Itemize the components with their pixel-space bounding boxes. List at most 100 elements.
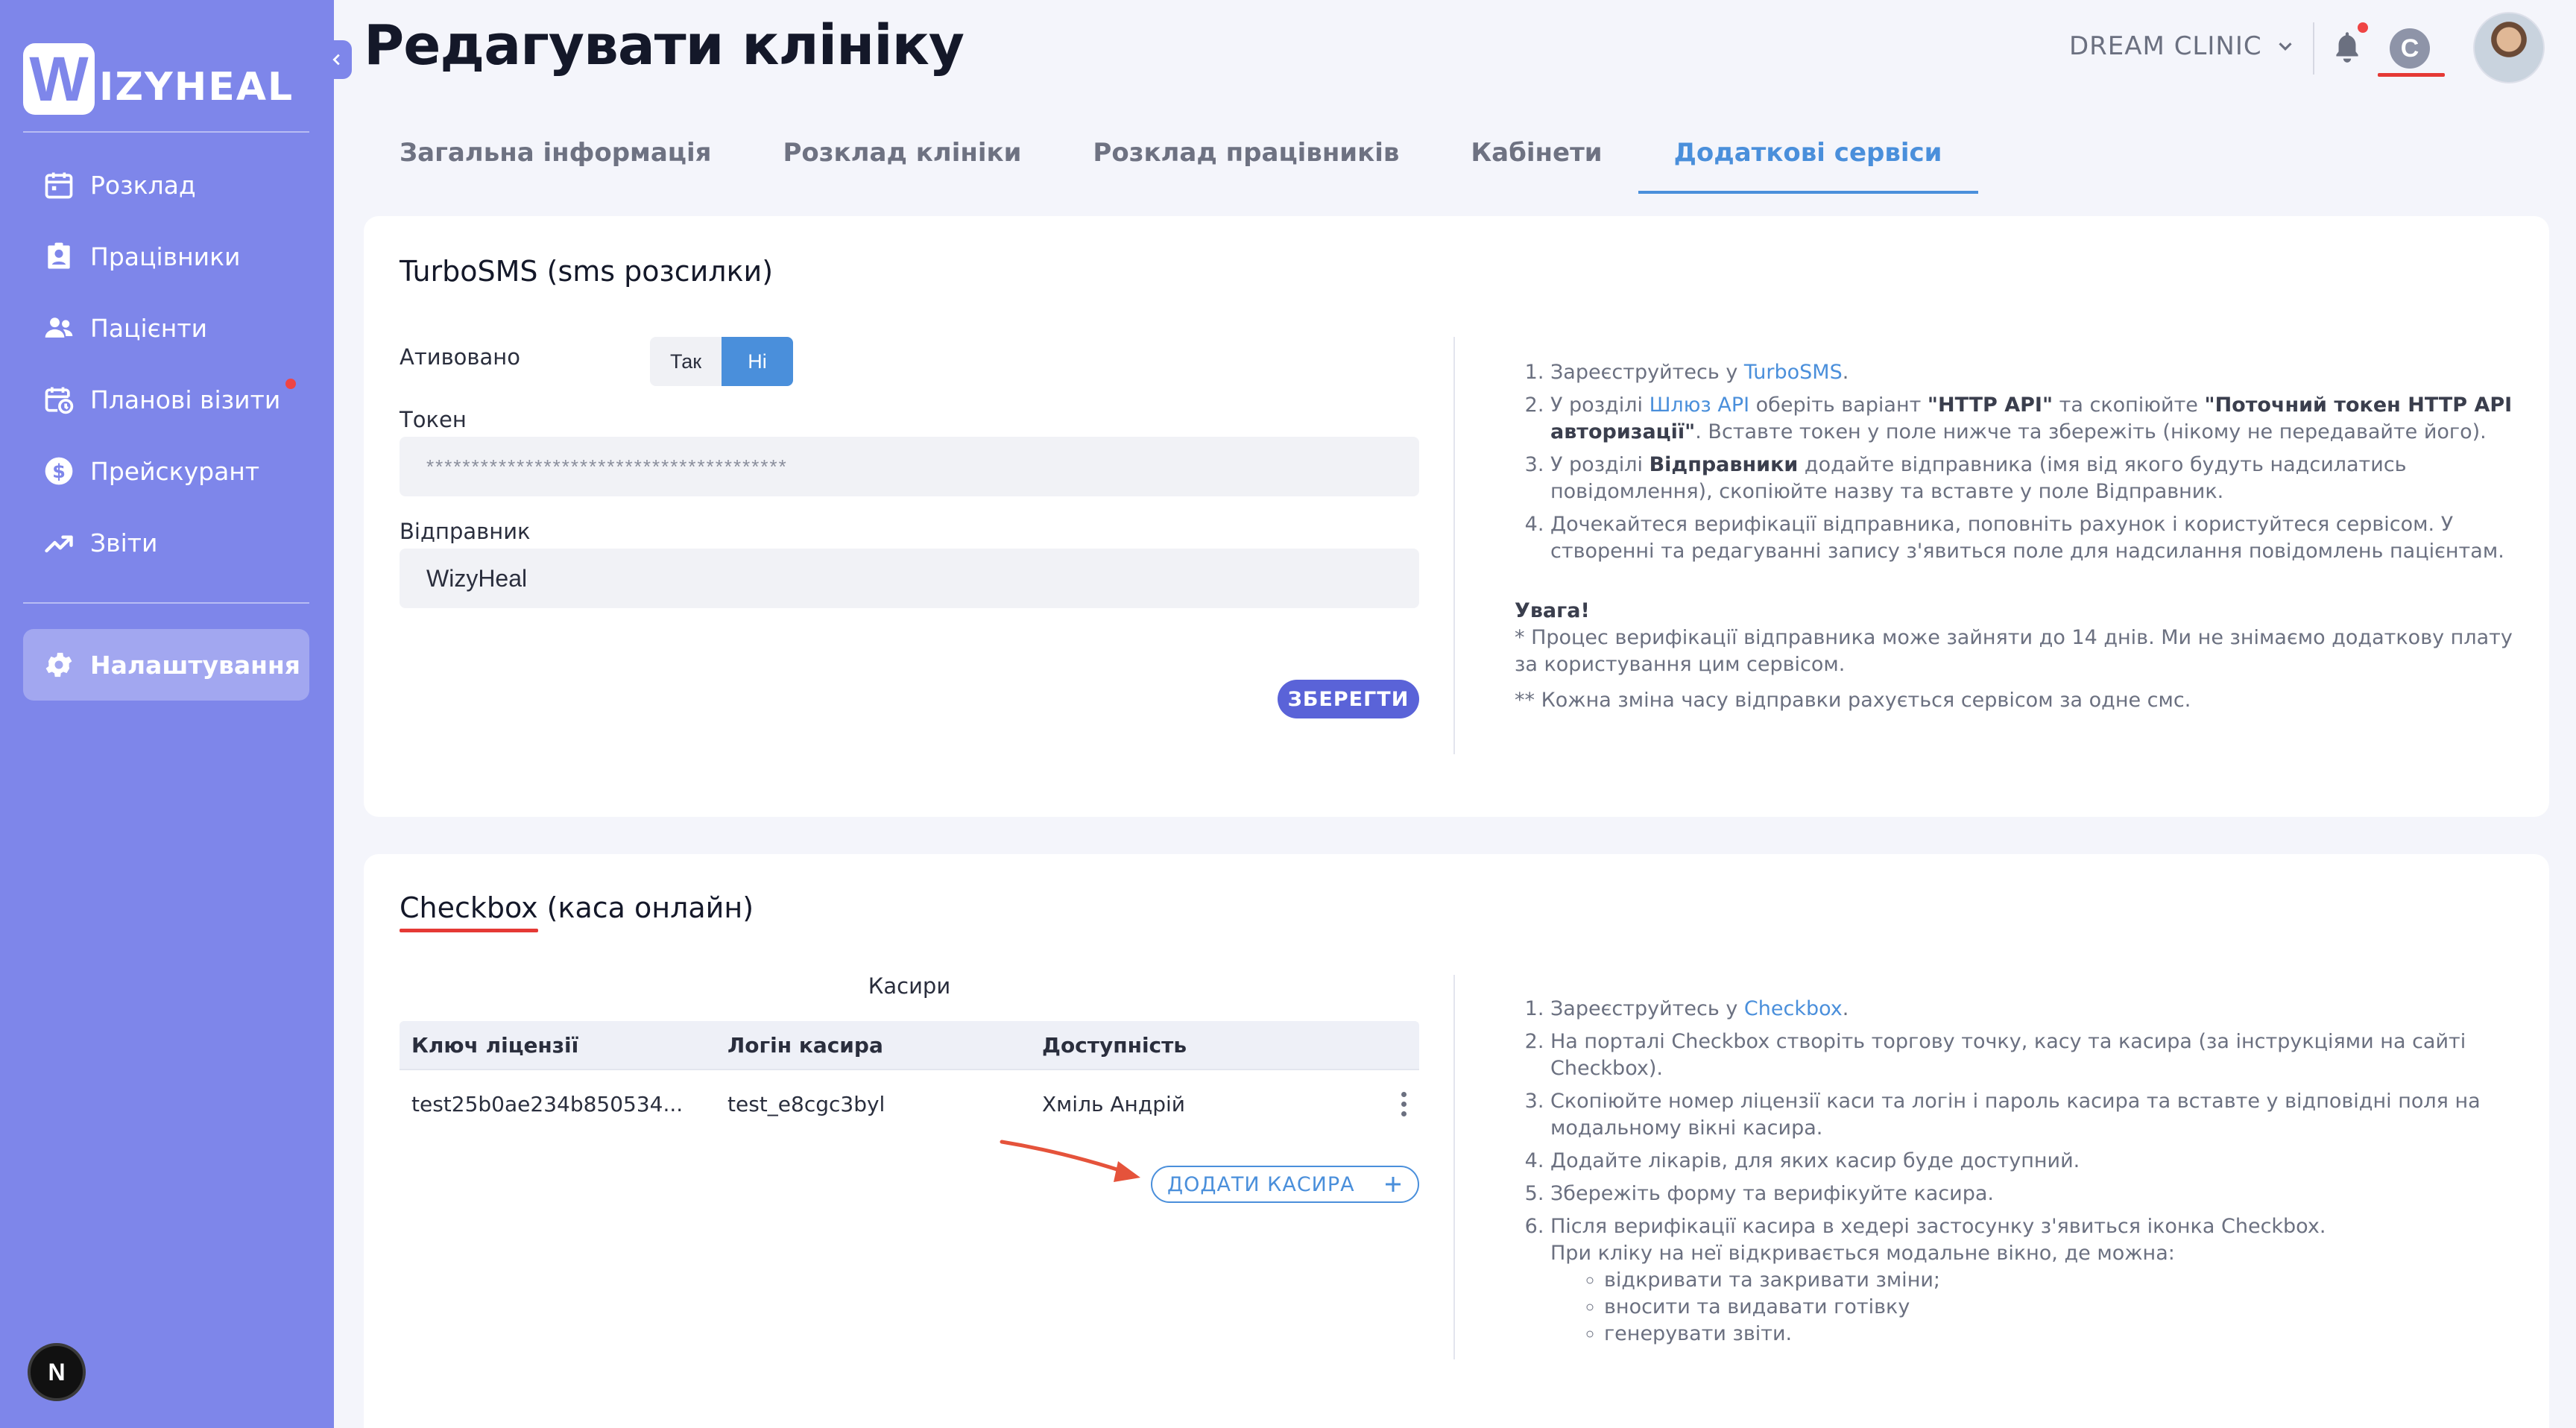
column-divider xyxy=(1453,975,1455,1359)
gear-icon xyxy=(45,652,72,677)
sidebar-divider xyxy=(23,602,309,604)
instruction-step: Зареєструйтесь у TurboSMS. xyxy=(1550,359,2513,386)
warning-title: Увага! xyxy=(1515,599,1590,622)
instruction-step: Додайте лікарів, для яких касир буде дос… xyxy=(1550,1148,2513,1175)
sidebar: W IZYHEAL Розклад Працівники Пацієнти Пл… xyxy=(0,0,334,1428)
checkbox-title: Checkbox (каса онлайн) xyxy=(400,891,754,924)
warning-note: ** Кожна зміна часу відправки рахується … xyxy=(1515,689,2191,712)
sidebar-item-label: Налаштування xyxy=(90,650,300,680)
people-icon xyxy=(45,317,73,338)
tab-staff-schedule[interactable]: Розклад працівників xyxy=(1057,112,1435,194)
list-item: генерувати звіти. xyxy=(1604,1321,2513,1348)
instruction-list: Зареєструйтесь у Checkbox. На порталі Ch… xyxy=(1515,996,2513,1348)
sidebar-item-label: Прейскурант xyxy=(90,456,260,486)
emphasis-text: "HTTP API" xyxy=(1927,394,2053,417)
toggle-yes[interactable]: Так xyxy=(650,337,722,386)
sidebar-divider xyxy=(23,131,309,133)
token-field[interactable]: **************************************** xyxy=(400,437,1419,496)
instruction-step: На порталі Checkbox створіть торгову точ… xyxy=(1550,1029,2513,1082)
column-header[interactable]: Ключ ліцензії xyxy=(400,1033,716,1058)
column-header[interactable]: Логін касира xyxy=(716,1033,1030,1058)
instruction-step: Скопіюйте номер ліцензії каси та логін і… xyxy=(1550,1088,2513,1142)
api-gateway-link[interactable]: Шлюз API xyxy=(1650,394,1750,417)
table-header: Ключ ліцензії Логін касира Доступність xyxy=(400,1021,1419,1069)
page-title: Редагувати клініку xyxy=(364,13,965,78)
turbosms-title: TurboSMS (sms розсилки) xyxy=(400,255,774,288)
license-key-cell: test25b0ae234b850534... xyxy=(411,1091,684,1116)
collapse-sidebar-button[interactable] xyxy=(322,40,352,79)
sidebar-item-employees[interactable]: Працівники xyxy=(23,221,309,292)
chevron-down-icon xyxy=(2279,42,2292,51)
highlight-underline xyxy=(400,929,538,932)
toggle-no[interactable]: Ні xyxy=(722,337,793,386)
sidebar-item-price-list[interactable]: $ Прейскурант xyxy=(23,435,309,507)
sidebar-item-label: Пацієнти xyxy=(90,313,208,343)
trend-icon xyxy=(45,535,73,553)
calendar-icon xyxy=(45,172,73,199)
sender-field[interactable]: WizyHeal xyxy=(400,549,1419,608)
table-caption: Касири xyxy=(868,973,951,999)
sidebar-item-label: Звіти xyxy=(90,528,158,557)
activation-toggle: Так Ні xyxy=(650,337,793,386)
tab-cabinets[interactable]: Кабінети xyxy=(1435,112,1638,194)
notification-dot xyxy=(285,379,296,389)
highlight-underline xyxy=(2378,73,2445,77)
annotation-arrow xyxy=(1000,1140,1140,1182)
availability-cell: Хміль Андрій xyxy=(1042,1091,1185,1116)
instruction-step: Дочекайтеся верифікації відправника, поп… xyxy=(1550,511,2513,565)
column-divider xyxy=(1453,337,1455,754)
notification-dot xyxy=(2358,22,2368,33)
sidebar-item-settings[interactable]: Налаштування xyxy=(23,629,309,701)
user-badge[interactable]: N xyxy=(28,1343,86,1401)
tab-bar: Загальна інформація Розклад клініки Розк… xyxy=(364,112,1978,194)
bell-icon[interactable] xyxy=(2329,28,2366,66)
save-button[interactable]: ЗБЕРЕГТИ xyxy=(1278,680,1419,718)
badge-icon xyxy=(48,242,70,269)
sidebar-item-schedule[interactable]: Розклад xyxy=(23,149,309,221)
instruction-step: Збережіть форму та верифікуйте касира. xyxy=(1550,1181,2513,1207)
clinic-selector[interactable]: DREAM CLINIC xyxy=(2069,31,2296,61)
modal-feature-list: відкривати та закривати зміни; вносити т… xyxy=(1550,1267,2513,1348)
table-row[interactable]: test25b0ae234b850534... test_e8cgc3byl Х… xyxy=(400,1069,1419,1137)
list-item: відкривати та закривати зміни; xyxy=(1604,1267,2513,1294)
chevron-left-icon xyxy=(332,54,340,66)
sidebar-item-patients[interactable]: Пацієнти xyxy=(23,292,309,364)
more-options-icon[interactable] xyxy=(1388,1091,1419,1116)
avatar[interactable] xyxy=(2473,12,2545,83)
logo[interactable]: W IZYHEAL xyxy=(23,43,294,115)
header-divider xyxy=(2313,22,2314,75)
column-header[interactable]: Доступність xyxy=(1030,1033,1388,1058)
plus-icon xyxy=(1386,1177,1401,1192)
sidebar-item-label: Розклад xyxy=(90,170,196,200)
emphasis-text: Відправники xyxy=(1649,453,1799,476)
warning-note: * Процес верифікації відправника може за… xyxy=(1515,626,2513,676)
instruction-list: Зареєструйтесь у TurboSMS. У розділі Шлю… xyxy=(1515,359,2513,565)
clinic-name: DREAM CLINIC xyxy=(2069,31,2262,61)
dollar-icon: $ xyxy=(45,457,73,485)
checkbox-link[interactable]: Checkbox xyxy=(1744,997,1843,1020)
logo-text: IZYHEAL xyxy=(99,65,294,110)
turbosms-link[interactable]: TurboSMS xyxy=(1744,361,1843,384)
sidebar-item-planned-visits[interactable]: Планові візити xyxy=(23,364,309,435)
svg-text:$: $ xyxy=(52,461,66,483)
add-cashier-label: ДОДАТИ КАСИРА xyxy=(1167,1172,1355,1196)
token-label: Токен xyxy=(400,407,467,432)
sidebar-item-label: Планові візити xyxy=(90,385,281,414)
checkbox-card: Checkbox (каса онлайн) Касири Ключ ліцен… xyxy=(364,854,2549,1428)
sidebar-item-reports[interactable]: Звіти xyxy=(23,507,309,578)
tab-additional-services[interactable]: Додаткові сервіси xyxy=(1638,112,1978,194)
calendar-clock-icon xyxy=(45,387,74,414)
add-cashier-button[interactable]: ДОДАТИ КАСИРА xyxy=(1151,1166,1419,1203)
turbosms-instructions: Зареєструйтесь у TurboSMS. У розділі Шлю… xyxy=(1515,359,2513,714)
turbosms-card: TurboSMS (sms розсилки) Ативовано Так Ні… xyxy=(364,216,2549,817)
tab-general-info[interactable]: Загальна інформація xyxy=(364,112,747,194)
instruction-step: У розділі Відправники додайте відправник… xyxy=(1550,452,2513,505)
logo-mark: W xyxy=(23,43,95,115)
checkbox-icon[interactable]: C xyxy=(2390,28,2430,69)
instruction-step: У розділі Шлюз API оберіть варіант "HTTP… xyxy=(1550,392,2513,446)
sender-label: Відправник xyxy=(400,519,531,544)
instruction-step: Після верифікації касира в хедері застос… xyxy=(1550,1213,2513,1348)
cashier-login-cell: test_e8cgc3byl xyxy=(727,1091,886,1116)
checkbox-instructions: Зареєструйтесь у Checkbox. На порталі Ch… xyxy=(1515,996,2513,1353)
tab-clinic-schedule[interactable]: Розклад клініки xyxy=(747,112,1057,194)
